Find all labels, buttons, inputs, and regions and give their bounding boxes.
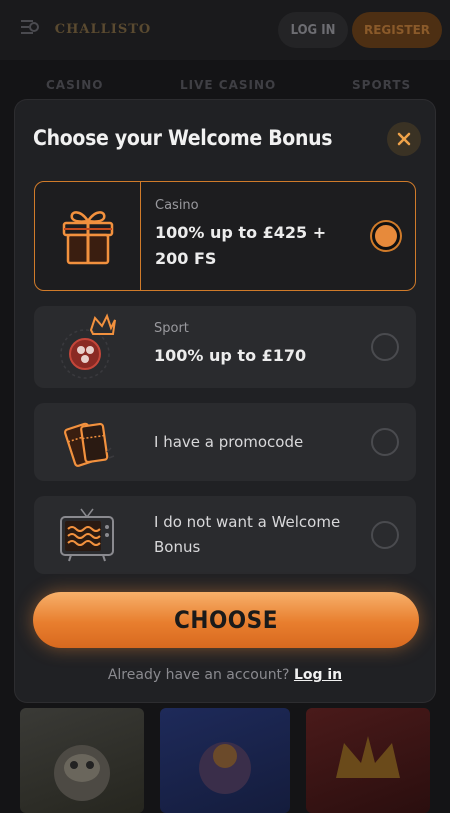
nav-item-live-casino[interactable]: LIVE CASINO <box>180 78 276 92</box>
option-category: Casino <box>155 198 199 213</box>
option-radio[interactable] <box>371 333 399 361</box>
gift-icon <box>62 211 113 265</box>
option-radio-selected[interactable] <box>372 222 400 250</box>
tv-icon <box>60 508 114 562</box>
nav-item-sports[interactable]: SPORTS <box>352 78 411 92</box>
close-button[interactable] <box>387 122 421 156</box>
crown-icon <box>336 736 400 778</box>
soccer-ball-crown-icon <box>60 313 116 379</box>
option-label-line2: 200 FS <box>155 249 217 268</box>
header-login-button[interactable]: LOG IN <box>278 12 348 48</box>
choose-button[interactable]: CHOOSE <box>33 592 419 648</box>
bonus-option-no-bonus[interactable]: I do not want a Welcome Bonus <box>34 496 416 574</box>
menu-button[interactable] <box>12 12 48 42</box>
game-tile[interactable] <box>306 708 430 813</box>
login-link[interactable]: Log in <box>294 667 342 683</box>
option-label-line2: Bonus <box>154 538 201 556</box>
close-icon <box>397 132 411 146</box>
option-icon-wrap <box>34 306 140 388</box>
option-icon-wrap <box>34 496 140 574</box>
option-icon-wrap <box>35 182 141 290</box>
welcome-bonus-modal: Choose your Welcome Bonus Casino 100% up… <box>15 100 435 702</box>
game-tile[interactable] <box>20 708 144 813</box>
game-thumbnail-icon <box>54 745 110 801</box>
site-logo[interactable]: CHALLISTO <box>55 14 150 44</box>
option-label: I have a promocode <box>154 433 304 451</box>
option-category: Sport <box>154 321 189 336</box>
account-prompt-text: Already have an account? <box>107 667 290 683</box>
menu-search-icon <box>21 20 39 34</box>
option-radio[interactable] <box>371 521 399 549</box>
option-label: 100% up to £425 + <box>155 223 327 242</box>
tickets-icon <box>63 422 115 467</box>
bonus-option-promocode[interactable]: I have a promocode <box>34 403 416 481</box>
game-thumbnail-icon <box>199 742 251 794</box>
game-tile[interactable] <box>160 708 290 813</box>
nav-item-casino[interactable]: CASINO <box>46 78 103 92</box>
modal-title: Choose your Welcome Bonus <box>33 126 333 150</box>
option-radio[interactable] <box>371 428 399 456</box>
option-icon-wrap <box>34 403 140 481</box>
option-label: 100% up to £170 <box>154 346 307 365</box>
bonus-option-sport[interactable]: Sport 100% up to £170 <box>34 306 416 388</box>
top-bar: CHALLISTO LOG IN REGISTER <box>0 0 450 60</box>
option-label: I do not want a Welcome <box>154 513 341 531</box>
account-prompt-line: Already have an account? Log in <box>15 667 435 683</box>
bonus-option-casino[interactable]: Casino 100% up to £425 + 200 FS <box>34 181 416 291</box>
header-register-button[interactable]: REGISTER <box>352 12 442 48</box>
